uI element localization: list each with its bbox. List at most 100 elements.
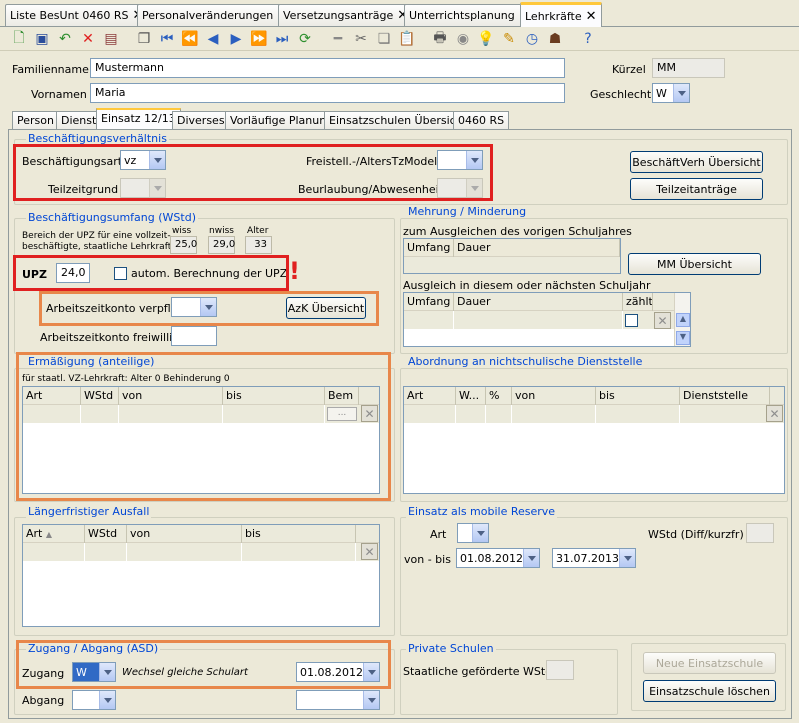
mob-wstd-field[interactable] [746, 523, 774, 543]
mm-line-2: Ausgleich in diesem oder nächsten Schulj… [403, 279, 651, 292]
neue-einsatzschule-button[interactable]: Neue Einsatzschule [643, 652, 776, 674]
geschlecht-value: W [656, 87, 667, 100]
chevron-down-icon[interactable] [472, 524, 488, 542]
mob-von-value: 01.08.2012 [460, 552, 523, 565]
subtab-0460rs[interactable]: 0460 RS [453, 111, 510, 129]
first-icon[interactable]: ⏮ [158, 30, 176, 48]
mm-table-2[interactable]: Umfang Dauer zählt ✕ ▲ ▼ [403, 292, 691, 347]
table-new-row[interactable] [404, 405, 784, 423]
subtab-person[interactable]: Person [12, 111, 59, 129]
kuerzel-field[interactable]: MM [652, 58, 725, 78]
einsatzschule-loeschen-button[interactable]: Einsatzschule löschen [643, 680, 776, 702]
back-icon[interactable]: ◀ [204, 30, 222, 48]
mob-vonbis-label: von - bis [404, 553, 451, 566]
print-icon[interactable]: 🖶 [431, 30, 449, 48]
help-icon[interactable]: ? [579, 30, 597, 48]
highlight-box-upz [13, 255, 289, 291]
col-umfang: Umfang [404, 239, 454, 257]
broom-icon[interactable]: ✎ [500, 30, 518, 48]
fast-forward-icon[interactable]: ⏩ [250, 30, 268, 48]
delete-row-icon[interactable]: ✕ [654, 312, 671, 329]
save-icon[interactable]: ▣ [33, 30, 51, 48]
nwiss-value: 29,0 [208, 236, 235, 254]
forward-icon[interactable]: ▶ [227, 30, 245, 48]
subtab-vorlaeufige-planung[interactable]: Vorläufige Planung [225, 111, 339, 129]
col-wstd: W... [456, 387, 486, 405]
col-wstd: WStd [85, 525, 127, 543]
scroll-up-icon[interactable]: ▲ [676, 313, 690, 327]
cut-icon[interactable]: ✂ [352, 30, 370, 48]
priv-wstd-field[interactable] [546, 660, 574, 680]
zaehlt-checkbox[interactable] [625, 314, 638, 327]
form-icon[interactable]: ▤ [102, 30, 120, 48]
mob-wstd-label: WStd (Diff/kurzfr) [648, 528, 744, 541]
mm-table-1[interactable]: Umfang Dauer [403, 238, 621, 274]
scrollbar[interactable]: ▲ ▼ [674, 293, 690, 346]
new-icon[interactable]: 🗋 [10, 30, 28, 48]
tab-label: Lehrkräfte [525, 9, 582, 23]
copy-icon[interactable]: ❐ [135, 30, 153, 48]
abgang-select[interactable] [72, 690, 116, 710]
priv-label: Staatliche geförderte WStd [403, 665, 553, 678]
chevron-down-icon[interactable] [363, 691, 379, 709]
mob-art-select[interactable] [457, 523, 489, 543]
chevron-down-icon[interactable] [673, 84, 689, 102]
copy2-icon[interactable]: ❏ [375, 30, 393, 48]
familienname-field[interactable]: Mustermann [90, 58, 565, 78]
clock-icon[interactable]: ◷ [523, 30, 541, 48]
azk-freiwillig-field[interactable] [171, 326, 217, 346]
tab-versetzungsantraege[interactable]: Versetzungsanträge ✕ [278, 4, 414, 26]
tab-label: Versetzungsanträge [283, 9, 394, 22]
subtab-diverses[interactable]: Diverses [172, 111, 230, 129]
scroll-down-icon[interactable]: ▼ [676, 331, 690, 345]
last-icon[interactable]: ⏭ [273, 30, 291, 48]
tab-lehrkraefte[interactable]: Lehrkräfte ✕ [520, 2, 602, 27]
geschlecht-label: Geschlecht [590, 88, 652, 101]
subtab-dienst[interactable]: Dienst [56, 111, 102, 129]
tab-liste-besunt[interactable]: Liste BesUnt 0460 RS✕ [5, 4, 149, 26]
mob-art-label: Art [430, 528, 447, 541]
mob-bis-select[interactable]: 31.07.2013 [552, 548, 636, 568]
la-table[interactable]: Art ▲ WStd von bis ✕ [22, 524, 380, 627]
bulb-icon[interactable]: 💡 [477, 30, 495, 48]
abo-table[interactable]: Art W... % von bis Dienststelle ✕ [403, 386, 785, 494]
eye-icon[interactable]: ◉ [454, 30, 472, 48]
paste-icon[interactable]: 📋 [398, 30, 416, 48]
table-header: Art ▲ WStd von bis [23, 525, 379, 543]
table-header: Umfang Dauer zählt [404, 293, 690, 311]
col-zaehlt: zählt [623, 293, 653, 311]
mob-bis-value: 31.07.2013 [556, 552, 619, 565]
tab-unterrichtsplanung[interactable]: Unterrichtsplanung✕ [404, 4, 535, 26]
person-icon[interactable]: ☗ [546, 30, 564, 48]
tab-personalveraenderungen[interactable]: Personalveränderungen✕ [137, 4, 294, 26]
col-von: von [512, 387, 596, 405]
teilzeitantraege-button[interactable]: Teilzeitanträge [630, 178, 763, 200]
tab-label: Liste BesUnt 0460 RS [10, 9, 129, 22]
mob-von-select[interactable]: 01.08.2012 [456, 548, 540, 568]
subtab-einsatz[interactable]: Einsatz 12/13 [96, 108, 181, 129]
tab-label: Unterrichtsplanung [409, 9, 515, 22]
chevron-down-icon[interactable] [99, 691, 115, 709]
refresh-icon[interactable]: ⟳ [296, 30, 314, 48]
col-von: von [127, 525, 242, 543]
abgang-label: Abgang [22, 694, 65, 707]
table-new-row[interactable] [404, 311, 690, 329]
sort-asc-icon[interactable]: ▲ [46, 530, 52, 539]
beschaeftverh-uebersicht-button[interactable]: BeschäftVerh Übersicht [630, 151, 763, 173]
table-header: Art W... % von bis Dienststelle [404, 387, 784, 405]
delete-row-icon[interactable]: ✕ [361, 543, 378, 560]
delete-icon[interactable]: ✕ [79, 30, 97, 48]
subtab-einsatzschulen[interactable]: Einsatzschulen Übersicht [324, 111, 472, 129]
chevron-down-icon[interactable] [619, 549, 635, 567]
abgang-date-select[interactable] [296, 690, 380, 710]
chevron-down-icon[interactable] [523, 549, 539, 567]
vornamen-field[interactable]: Maria [90, 83, 565, 103]
delete-row-icon[interactable]: ✕ [766, 405, 783, 422]
table-new-row[interactable] [23, 543, 379, 561]
undo-icon[interactable]: ↶ [56, 30, 74, 48]
fast-back-icon[interactable]: ⏪ [181, 30, 199, 48]
mm-uebersicht-button[interactable]: MM Übersicht [628, 253, 761, 275]
close-icon[interactable]: ✕ [586, 9, 597, 24]
geschlecht-select[interactable]: W [652, 83, 690, 103]
minus-icon[interactable]: ━ [329, 30, 347, 48]
